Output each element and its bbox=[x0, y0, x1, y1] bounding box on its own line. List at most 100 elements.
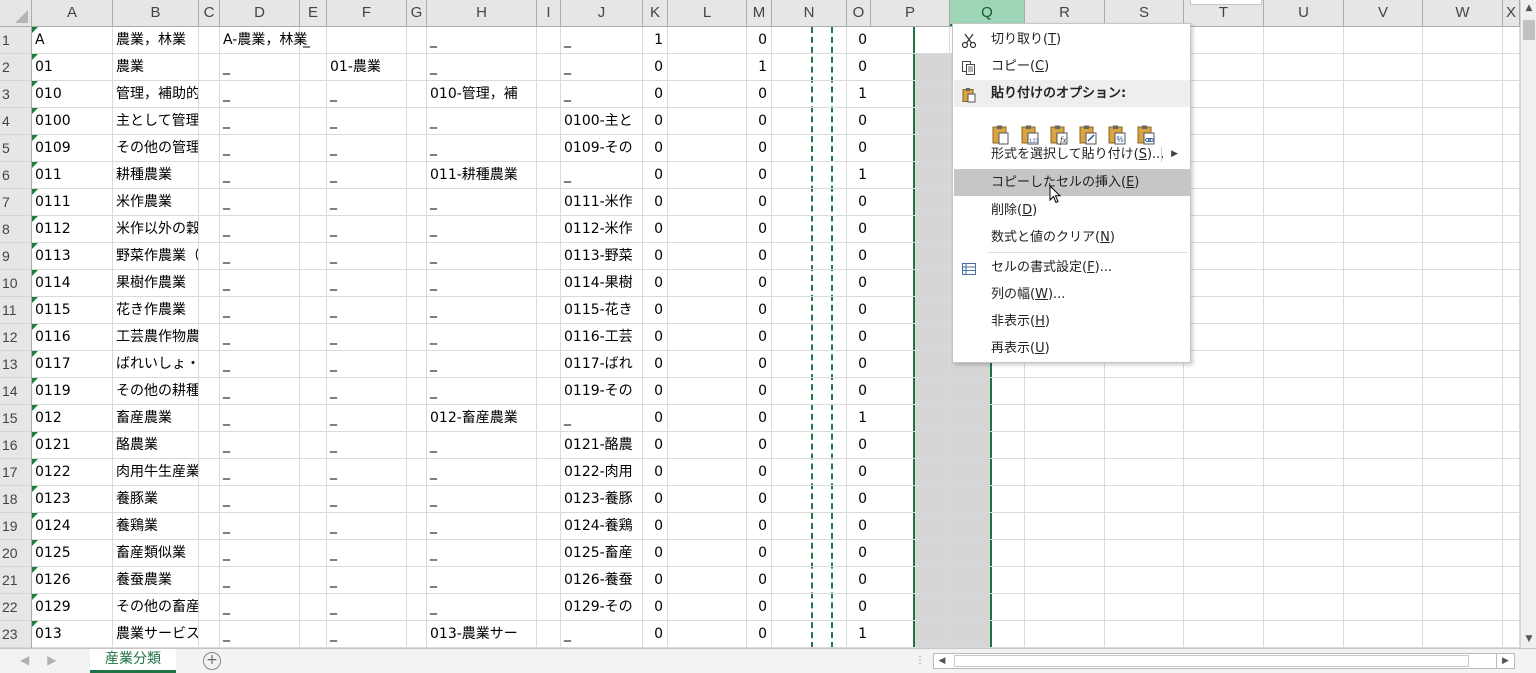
cell-m[interactable]: 0 bbox=[747, 135, 772, 162]
cell-d[interactable]: _ bbox=[220, 108, 300, 135]
cell-a[interactable]: 0117 bbox=[32, 351, 113, 378]
cell-k[interactable]: 0 bbox=[643, 432, 668, 459]
cell-i[interactable] bbox=[537, 270, 561, 297]
cell-p[interactable] bbox=[871, 54, 950, 81]
row-header[interactable]: 21 bbox=[0, 567, 31, 594]
cell-h[interactable]: _ bbox=[427, 459, 537, 486]
cell-c[interactable] bbox=[199, 135, 220, 162]
cell-w[interactable] bbox=[1423, 243, 1503, 270]
cell-e[interactable] bbox=[300, 135, 327, 162]
cell-k[interactable]: 0 bbox=[643, 513, 668, 540]
cell-f[interactable]: _ bbox=[327, 540, 407, 567]
cell-a[interactable]: 0129 bbox=[32, 594, 113, 621]
cell-t[interactable] bbox=[1184, 27, 1264, 54]
cell-m[interactable]: 1 bbox=[747, 54, 772, 81]
cell-a[interactable]: 0123 bbox=[32, 486, 113, 513]
cell-w[interactable] bbox=[1423, 405, 1503, 432]
cell-t[interactable] bbox=[1184, 243, 1264, 270]
cell-x[interactable] bbox=[1503, 162, 1520, 189]
cell-h[interactable]: 010-管理，補 bbox=[427, 81, 537, 108]
cell-v[interactable] bbox=[1344, 432, 1423, 459]
cell-j[interactable]: 0125-畜産 bbox=[561, 540, 643, 567]
cell-l[interactable] bbox=[668, 108, 747, 135]
cell-x[interactable] bbox=[1503, 189, 1520, 216]
cell-o[interactable]: 0 bbox=[847, 567, 871, 594]
cell-u[interactable] bbox=[1264, 459, 1344, 486]
cell-l[interactable] bbox=[668, 540, 747, 567]
cell-k[interactable]: 1 bbox=[643, 27, 668, 54]
cell-l[interactable] bbox=[668, 513, 747, 540]
cell-p[interactable] bbox=[871, 621, 950, 648]
cell-g[interactable] bbox=[407, 189, 427, 216]
cell-n[interactable] bbox=[772, 297, 847, 324]
cell-n[interactable] bbox=[772, 189, 847, 216]
cell-l[interactable] bbox=[668, 243, 747, 270]
cell-f[interactable]: _ bbox=[327, 297, 407, 324]
cell-m[interactable]: 0 bbox=[747, 270, 772, 297]
cell-k[interactable]: 0 bbox=[643, 216, 668, 243]
cell-n[interactable] bbox=[772, 594, 847, 621]
cell-t[interactable] bbox=[1184, 621, 1264, 648]
cell-m[interactable]: 0 bbox=[747, 378, 772, 405]
cell-c[interactable] bbox=[199, 594, 220, 621]
cell-a[interactable]: 011 bbox=[32, 162, 113, 189]
cell-l[interactable] bbox=[668, 297, 747, 324]
cell-c[interactable] bbox=[199, 162, 220, 189]
cell-d[interactable]: _ bbox=[220, 594, 300, 621]
cell-c[interactable] bbox=[199, 54, 220, 81]
cell-e[interactable] bbox=[300, 162, 327, 189]
cell-m[interactable]: 0 bbox=[747, 432, 772, 459]
cell-k[interactable]: 0 bbox=[643, 459, 668, 486]
cell-v[interactable] bbox=[1344, 567, 1423, 594]
cell-v[interactable] bbox=[1344, 324, 1423, 351]
cell-c[interactable] bbox=[199, 621, 220, 648]
cell-g[interactable] bbox=[407, 297, 427, 324]
cell-q[interactable] bbox=[950, 621, 1025, 648]
cell-u[interactable] bbox=[1264, 243, 1344, 270]
scroll-right-icon[interactable]: ▶ bbox=[1496, 653, 1515, 669]
cell-e[interactable] bbox=[300, 81, 327, 108]
cell-w[interactable] bbox=[1423, 216, 1503, 243]
cell-f[interactable]: _ bbox=[327, 189, 407, 216]
cell-t[interactable] bbox=[1184, 108, 1264, 135]
menu-item-delete[interactable]: 削除(D) bbox=[954, 197, 1190, 224]
cell-c[interactable] bbox=[199, 513, 220, 540]
cell-h[interactable]: _ bbox=[427, 108, 537, 135]
cell-v[interactable] bbox=[1344, 513, 1423, 540]
cell-e[interactable] bbox=[300, 540, 327, 567]
cell-d[interactable]: _ bbox=[220, 216, 300, 243]
cell-w[interactable] bbox=[1423, 378, 1503, 405]
cell-f[interactable]: _ bbox=[327, 270, 407, 297]
cell-g[interactable] bbox=[407, 27, 427, 54]
cell-w[interactable] bbox=[1423, 108, 1503, 135]
column-header-a[interactable]: A bbox=[32, 0, 113, 26]
cell-l[interactable] bbox=[668, 378, 747, 405]
row-header[interactable]: 9 bbox=[0, 243, 31, 270]
cell-b[interactable]: 農業 bbox=[113, 54, 199, 81]
cell-e[interactable] bbox=[300, 486, 327, 513]
cell-h[interactable]: _ bbox=[427, 270, 537, 297]
cell-g[interactable] bbox=[407, 432, 427, 459]
cell-d[interactable]: _ bbox=[220, 432, 300, 459]
cell-f[interactable]: _ bbox=[327, 567, 407, 594]
cell-u[interactable] bbox=[1264, 189, 1344, 216]
cell-k[interactable]: 0 bbox=[643, 297, 668, 324]
cell-l[interactable] bbox=[668, 594, 747, 621]
cell-t[interactable] bbox=[1184, 378, 1264, 405]
column-header-o[interactable]: O bbox=[847, 0, 871, 26]
cell-m[interactable]: 0 bbox=[747, 297, 772, 324]
cell-g[interactable] bbox=[407, 594, 427, 621]
cell-x[interactable] bbox=[1503, 432, 1520, 459]
column-header-p[interactable]: P bbox=[871, 0, 950, 26]
cell-o[interactable]: 0 bbox=[847, 135, 871, 162]
cell-u[interactable] bbox=[1264, 513, 1344, 540]
row-header[interactable]: 19 bbox=[0, 513, 31, 540]
cell-l[interactable] bbox=[668, 405, 747, 432]
cell-c[interactable] bbox=[199, 486, 220, 513]
cell-x[interactable] bbox=[1503, 324, 1520, 351]
cell-f[interactable]: _ bbox=[327, 108, 407, 135]
cell-i[interactable] bbox=[537, 567, 561, 594]
cell-p[interactable] bbox=[871, 27, 950, 54]
cell-f[interactable]: _ bbox=[327, 459, 407, 486]
cell-d[interactable]: _ bbox=[220, 513, 300, 540]
